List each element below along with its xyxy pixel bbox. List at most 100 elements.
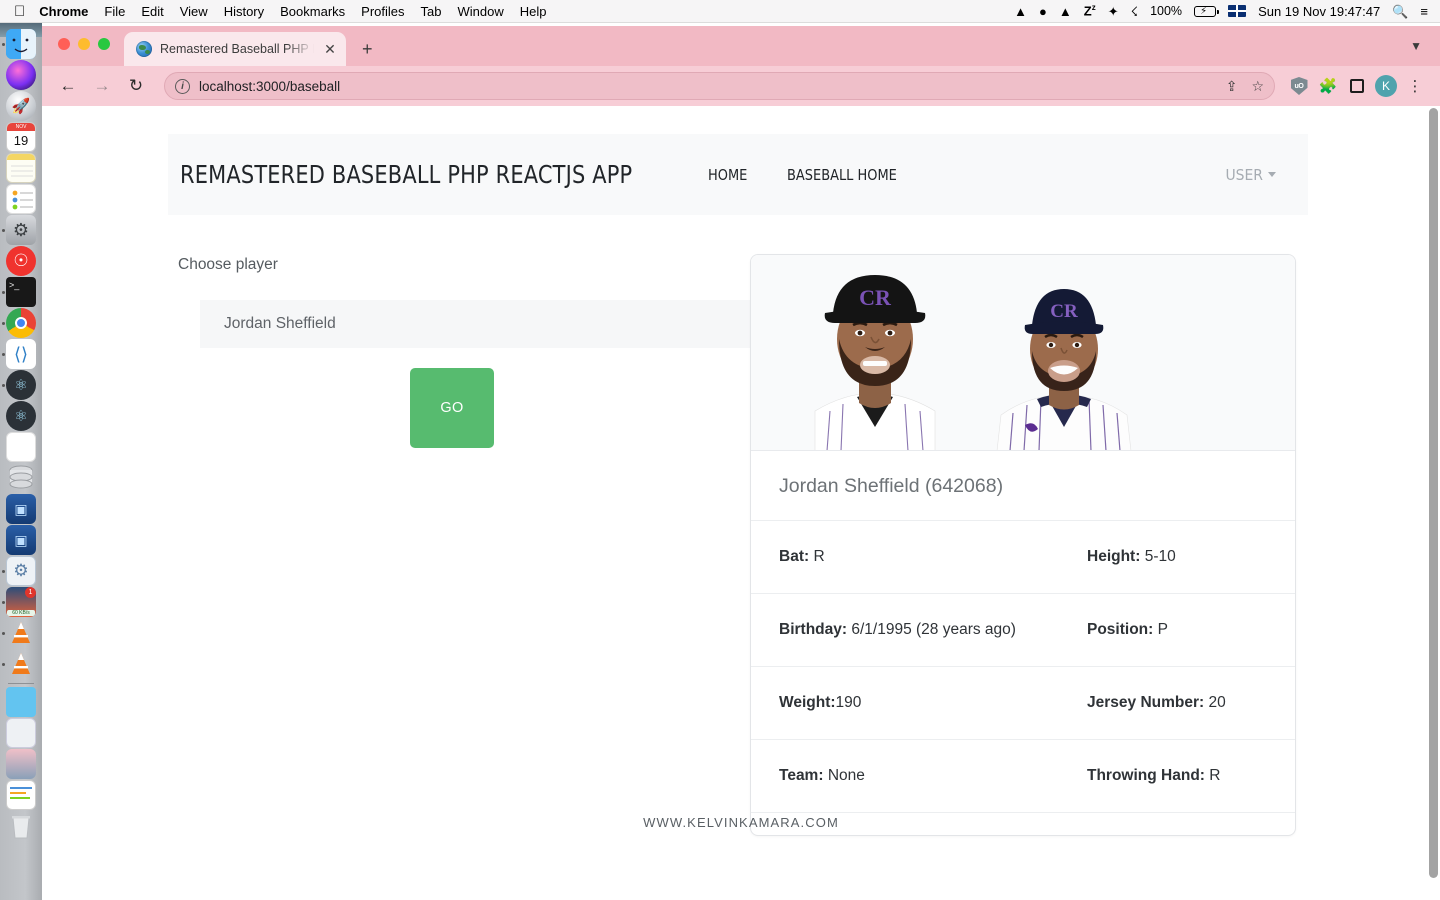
amphetamine-zz-icon[interactable]: Zz [1084, 4, 1096, 18]
player-attribute-label: Position: [1087, 621, 1154, 638]
go-button[interactable]: GO [410, 368, 494, 448]
plus-icon[interactable]: + [362, 40, 373, 58]
electron-atom-icon-2: ⚛ [6, 401, 36, 431]
menu-item-profiles[interactable]: Profiles [361, 4, 404, 19]
dock-item-download-manager[interactable]: 1 60 KB/s [0, 587, 42, 618]
dock-item-electron-2[interactable]: ⚛ [0, 401, 42, 432]
menu-item-bookmarks[interactable]: Bookmarks [280, 4, 345, 19]
menu-item-help[interactable]: Help [520, 4, 547, 19]
launchpad-rocket-icon: 🚀 [6, 91, 36, 121]
calendar-icon: NOV 19 [6, 122, 36, 152]
arrow-right-icon[interactable]: → [88, 72, 116, 100]
player-select[interactable]: Jordan Sheffield [200, 300, 768, 348]
player-photos: CR CR [751, 255, 1295, 451]
dock-item-finder[interactable] [0, 29, 42, 60]
docker-icon[interactable]: ● [1039, 5, 1047, 18]
control-center-icon[interactable]: ≡ [1420, 5, 1428, 18]
minimize-window-button[interactable] [78, 38, 90, 50]
player-attribute-value: 20 [1208, 694, 1226, 711]
avatar[interactable]: K [1373, 73, 1399, 99]
cleaner-rocket-icon[interactable]: ✦ [1108, 5, 1119, 18]
dock-item-settings-app[interactable]: ⚙ [0, 556, 42, 587]
player-attribute-team: Team: None [751, 767, 1087, 785]
ublock-origin-icon[interactable]: uO [1286, 73, 1312, 99]
menu-item-file[interactable]: File [104, 4, 125, 19]
url-text: localhost:3000/baseball [199, 78, 341, 94]
menu-item-window[interactable]: Window [458, 4, 504, 19]
tab-title: Remastered Baseball PHP Reac [160, 42, 314, 56]
dock-item-squirrel[interactable]: 🐿 [0, 432, 42, 463]
dock-item-calendar[interactable]: NOV 19 [0, 122, 42, 153]
player-id: (642068) [925, 475, 1004, 497]
player-attribute-weight: Weight:190 [751, 694, 1087, 712]
dock-item-electron[interactable]: ⚛ [0, 370, 42, 401]
battery-percent-label: 100% [1150, 4, 1183, 18]
scrollbar-thumb[interactable] [1429, 108, 1438, 878]
menu-item-history[interactable]: History [224, 4, 264, 19]
folder-icon [6, 687, 36, 717]
omnibox-actions: ⇪ ☆ [1226, 78, 1264, 95]
share-icon[interactable]: ⇪ [1226, 78, 1238, 95]
download-manager-icon: 1 60 KB/s [6, 587, 36, 617]
vlc-cone-icon[interactable]: ▲ [1014, 5, 1027, 18]
nav-link-baseball-home[interactable]: BASEBALL HOME [787, 166, 897, 184]
address-bar[interactable]: i localhost:3000/baseball ⇪ ☆ [164, 72, 1275, 100]
dock-item-stack-doc[interactable] [0, 780, 42, 811]
reminders-icon [6, 184, 36, 214]
reload-icon[interactable]: ↻ [122, 72, 150, 100]
battery-icon[interactable]: ⚡ [1194, 5, 1219, 17]
spotlight-search-icon[interactable]: 🔍 [1392, 5, 1408, 18]
apple-icon[interactable]:  [14, 4, 25, 19]
wifi-icon[interactable]: ☇ [1131, 5, 1138, 18]
chevron-down-icon[interactable]: ▼ [1410, 39, 1422, 53]
user-menu-label: USER [1225, 165, 1263, 184]
star-icon[interactable]: ☆ [1251, 78, 1264, 95]
dock-item-stack-photo[interactable] [0, 749, 42, 780]
nav-link-home[interactable]: HOME [708, 166, 747, 184]
maximize-window-button[interactable] [98, 38, 110, 50]
dock-item-trash[interactable] [0, 811, 42, 842]
close-icon[interactable]: ✕ [322, 41, 338, 58]
page-title[interactable]: REMASTERED BASEBALL PHP REACTJS APP [180, 160, 632, 189]
side-panel-icon[interactable] [1344, 73, 1370, 99]
browser-tab[interactable]: Remastered Baseball PHP Reac ✕ [124, 32, 346, 66]
dock-item-launchpad[interactable]: 🚀 [0, 91, 42, 122]
dock-item-stack-window[interactable] [0, 718, 42, 749]
menu-item-chrome[interactable]: Chrome [39, 4, 88, 19]
svg-text:CR: CR [859, 285, 892, 310]
uk-flag-icon[interactable] [1228, 5, 1247, 17]
dock-item-vlc[interactable] [0, 618, 42, 649]
dock-item-siri[interactable] [0, 60, 42, 91]
dock-item-notes[interactable] [0, 153, 42, 184]
dock-item-virtualbox[interactable]: ▣ [0, 494, 42, 525]
page-scrollbar[interactable] [1426, 106, 1440, 900]
info-icon[interactable]: i [175, 78, 190, 94]
user-menu[interactable]: USER [1225, 166, 1296, 184]
menu-item-edit[interactable]: Edit [141, 4, 163, 19]
vlc-cone-icon-2[interactable]: ▲ [1059, 5, 1072, 18]
dock-item-chrome[interactable] [0, 308, 42, 339]
dock-item-vlc-2[interactable] [0, 649, 42, 680]
dock-item-downloads-folder[interactable] [0, 687, 42, 718]
menu-item-view[interactable]: View [180, 4, 208, 19]
player-attribute-label: Jersey Number: [1087, 694, 1205, 711]
trash-icon [6, 811, 36, 841]
dock-item-vscode[interactable]: ⟨⟩ [0, 339, 42, 370]
arrow-left-icon[interactable]: ← [54, 72, 82, 100]
close-window-button[interactable] [58, 38, 70, 50]
menu-bar-clock[interactable]: Sun 19 Nov 19:47:47 [1258, 4, 1380, 19]
dock-item-reminders[interactable] [0, 184, 42, 215]
player-attribute-label: Bat: [779, 548, 810, 565]
dock-item-terminal[interactable]: >_ [0, 277, 42, 308]
dock-item-database[interactable] [0, 463, 42, 494]
dock-item-system-settings[interactable]: ⚙ [0, 215, 42, 246]
settings-app-gear-icon: ⚙ [6, 556, 36, 586]
player-attribute-height: Height: 5-10 [1087, 548, 1176, 566]
menu-item-tab[interactable]: Tab [421, 4, 442, 19]
globe-icon [136, 41, 152, 57]
dock-item-virtualbox-2[interactable]: ▣ [0, 525, 42, 556]
three-dot-menu-icon[interactable]: ⋮ [1402, 73, 1428, 99]
extensions-puzzle-icon[interactable]: 🧩 [1315, 73, 1341, 99]
player-headshot-uniform: CR [996, 289, 1132, 450]
dock-item-zoom[interactable]: ☉ [0, 246, 42, 277]
